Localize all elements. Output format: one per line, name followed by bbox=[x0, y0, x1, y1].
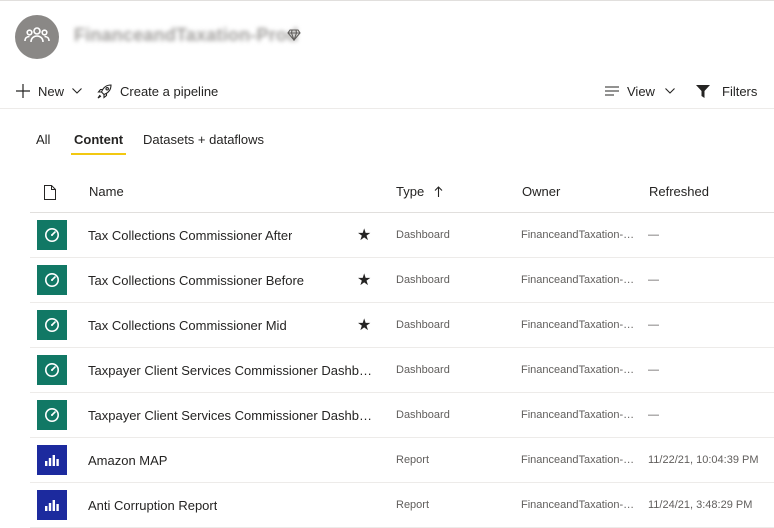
column-header-refreshed[interactable]: Refreshed bbox=[649, 172, 709, 212]
item-name-text: Anti Corruption Report bbox=[88, 497, 218, 513]
report-icon bbox=[37, 445, 67, 475]
dashboard-icon bbox=[37, 400, 67, 430]
item-type: Dashboard bbox=[396, 319, 450, 331]
item-refreshed: — bbox=[648, 319, 659, 331]
item-type: Report bbox=[396, 499, 430, 511]
item-name[interactable]: Amazon MAP bbox=[88, 438, 378, 482]
table-header: Name Type Owner Refreshed bbox=[30, 172, 774, 213]
item-name-text: Taxpayer Client Services Commissioner Da… bbox=[88, 407, 378, 423]
table-row[interactable]: Tax Collections Commissioner Mid ★ Dashboa… bbox=[30, 303, 774, 348]
item-refreshed: 11/24/21, 3:48:29 PM bbox=[648, 499, 753, 511]
table-row[interactable]: Tax Collections Commissioner After ★ Dashb… bbox=[30, 213, 774, 258]
favorite-star-icon[interactable]: ★ bbox=[357, 303, 371, 347]
item-name[interactable]: Tax Collections Commissioner Mid bbox=[88, 303, 378, 347]
item-refreshed: — bbox=[648, 274, 659, 286]
chevron-down-icon bbox=[72, 88, 82, 94]
item-owner-text: FinanceandTaxation-P... bbox=[521, 229, 635, 241]
table-row[interactable]: Tax Collections Commissioner Before ★ Dash… bbox=[30, 258, 774, 303]
item-owner: FinanceandTaxation-P... bbox=[521, 438, 635, 482]
new-label: New bbox=[38, 83, 65, 99]
plus-icon bbox=[16, 84, 30, 98]
item-name-text: Amazon MAP bbox=[88, 452, 168, 468]
dashboard-icon bbox=[37, 355, 67, 385]
filter-icon bbox=[696, 84, 710, 98]
item-refreshed: — bbox=[648, 229, 659, 241]
column-header-type[interactable]: Type bbox=[396, 172, 443, 212]
tab-all[interactable]: All bbox=[36, 126, 50, 154]
column-header-name[interactable]: Name bbox=[89, 172, 124, 212]
item-name[interactable]: Tax Collections Commissioner After bbox=[88, 213, 378, 257]
item-owner-text: FinanceandTaxation-P... bbox=[521, 274, 635, 286]
item-type: Dashboard bbox=[396, 274, 450, 286]
sort-ascending-icon bbox=[434, 173, 443, 213]
favorite-star-icon[interactable]: ★ bbox=[357, 213, 371, 257]
top-border bbox=[0, 0, 774, 1]
item-type: Dashboard bbox=[396, 364, 450, 376]
toolbar: New Create a pipeline View Filters bbox=[0, 74, 774, 108]
item-name-text: Tax Collections Commissioner Mid bbox=[88, 317, 287, 333]
item-name[interactable]: Taxpayer Client Services Commissioner Da… bbox=[88, 348, 378, 392]
workspace-title: FinanceandTaxation-Prod bbox=[74, 25, 299, 45]
item-name-text: Tax Collections Commissioner After bbox=[88, 227, 293, 243]
rocket-icon bbox=[97, 83, 112, 99]
item-refreshed: — bbox=[648, 364, 659, 376]
item-owner: FinanceandTaxation-P... bbox=[521, 483, 635, 527]
item-owner-text: FinanceandTaxation-P... bbox=[521, 319, 635, 331]
item-name[interactable]: Tax Collections Commissioner Before bbox=[88, 258, 378, 302]
report-icon bbox=[37, 490, 67, 520]
dashboard-icon bbox=[37, 310, 67, 340]
dashboard-icon bbox=[37, 220, 67, 250]
item-name[interactable]: Taxpayer Client Services Commissioner Da… bbox=[88, 393, 378, 437]
lines-icon bbox=[605, 86, 619, 96]
new-button[interactable]: New bbox=[16, 74, 82, 108]
item-name-text: Taxpayer Client Services Commissioner Da… bbox=[88, 362, 378, 378]
tab-datasets-dataflows[interactable]: Datasets + dataflows bbox=[143, 126, 264, 154]
create-pipeline-button[interactable]: Create a pipeline bbox=[97, 74, 218, 108]
item-owner-text: FinanceandTaxation-P... bbox=[521, 499, 635, 511]
filters-label: Filters bbox=[722, 83, 758, 99]
item-owner: FinanceandTaxation-P... bbox=[521, 303, 635, 347]
item-owner: FinanceandTaxation-P... bbox=[521, 393, 635, 437]
document-icon bbox=[44, 185, 56, 205]
item-owner: FinanceandTaxation-P... bbox=[521, 213, 635, 257]
create-pipeline-label: Create a pipeline bbox=[120, 83, 219, 99]
table-row[interactable]: Taxpayer Client Services Commissioner Da… bbox=[30, 348, 774, 393]
item-owner-text: FinanceandTaxation-P... bbox=[521, 364, 635, 376]
chevron-down-icon bbox=[665, 88, 675, 94]
item-refreshed: — bbox=[648, 409, 659, 421]
view-button[interactable]: View bbox=[605, 74, 675, 108]
item-owner: FinanceandTaxation-P... bbox=[521, 348, 635, 392]
view-label: View bbox=[627, 83, 655, 99]
toolbar-divider bbox=[0, 108, 774, 109]
content-table: Name Type Owner Refreshed Tax Collection… bbox=[30, 172, 774, 528]
item-owner: FinanceandTaxation-P... bbox=[521, 258, 635, 302]
item-type: Dashboard bbox=[396, 229, 450, 241]
item-type: Report bbox=[396, 454, 430, 466]
table-row[interactable]: Taxpayer Client Services Commissioner Da… bbox=[30, 393, 774, 438]
tab-content[interactable]: Content bbox=[70, 126, 127, 155]
people-group-icon bbox=[24, 25, 50, 50]
diamond-icon bbox=[287, 28, 301, 46]
item-type: Dashboard bbox=[396, 409, 450, 421]
workspace-avatar bbox=[15, 15, 59, 59]
item-owner-text: FinanceandTaxation-P... bbox=[521, 454, 635, 466]
dashboard-icon bbox=[37, 265, 67, 295]
column-header-owner[interactable]: Owner bbox=[522, 172, 560, 212]
column-header-type-label: Type bbox=[396, 184, 425, 199]
table-row[interactable]: Amazon MAP Report FinanceandTaxation-P... 1… bbox=[30, 438, 774, 483]
item-name[interactable]: Anti Corruption Report bbox=[88, 483, 378, 527]
table-row[interactable]: Anti Corruption Report Report FinanceandTa… bbox=[30, 483, 774, 528]
item-owner-text: FinanceandTaxation-P... bbox=[521, 409, 635, 421]
favorite-star-icon[interactable]: ★ bbox=[357, 258, 371, 302]
filters-button[interactable]: Filters bbox=[696, 74, 757, 108]
item-refreshed: 11/22/21, 10:04:39 PM bbox=[648, 454, 759, 466]
item-name-text: Tax Collections Commissioner Before bbox=[88, 272, 305, 288]
